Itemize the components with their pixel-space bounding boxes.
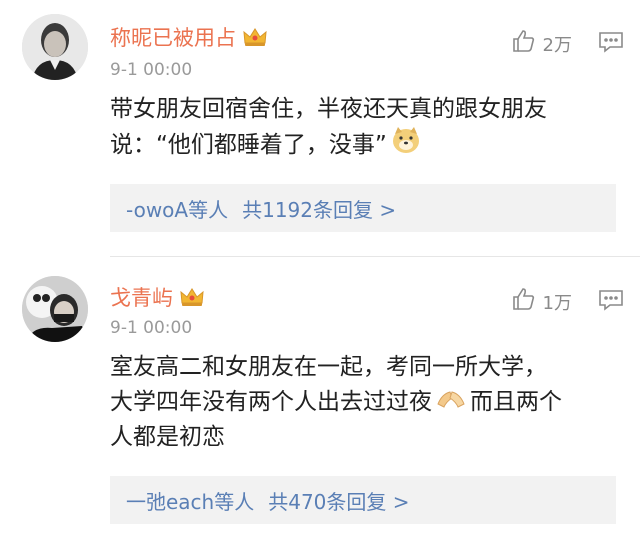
comment-text-segment: 而且两个 (470, 389, 562, 415)
comment-text-line: 室友高二和女朋友在一起，考同一所大学， (110, 354, 547, 380)
folded-hands-icon (436, 384, 466, 420)
username[interactable]: 戈青屿 (110, 282, 205, 312)
comment-icon[interactable] (598, 288, 624, 316)
reply-count-link[interactable]: 共470条回复 > (268, 486, 409, 515)
comment-text-line: 人都是初恋 (110, 424, 225, 450)
vip-crown-icon (179, 287, 205, 307)
comment-time: 9-1 00:00 (110, 318, 193, 338)
comment-item: 戈青屿 9-1 00:00 1万 室友高二和女朋友在一起，考同一所大学， 大学四… (0, 0, 640, 544)
replies-summary[interactable]: 一弛each等人 共470条回复 > (110, 476, 616, 524)
avatar[interactable] (22, 276, 88, 342)
reply-users[interactable]: 一弛each等人 (126, 486, 254, 515)
username-text[interactable]: 戈青屿 (110, 282, 173, 312)
thumbs-up-icon (511, 286, 537, 317)
like-count: 1万 (542, 292, 572, 314)
comment-text: 室友高二和女朋友在一起，考同一所大学， 大学四年没有两个人出去过过夜 而且两个 … (110, 350, 620, 454)
comment-text-line: 大学四年没有两个人出去过过夜 而且两个 (110, 384, 620, 420)
like-button[interactable]: 1万 (511, 286, 572, 317)
comment-text-segment: 大学四年没有两个人出去过过夜 (110, 389, 432, 415)
